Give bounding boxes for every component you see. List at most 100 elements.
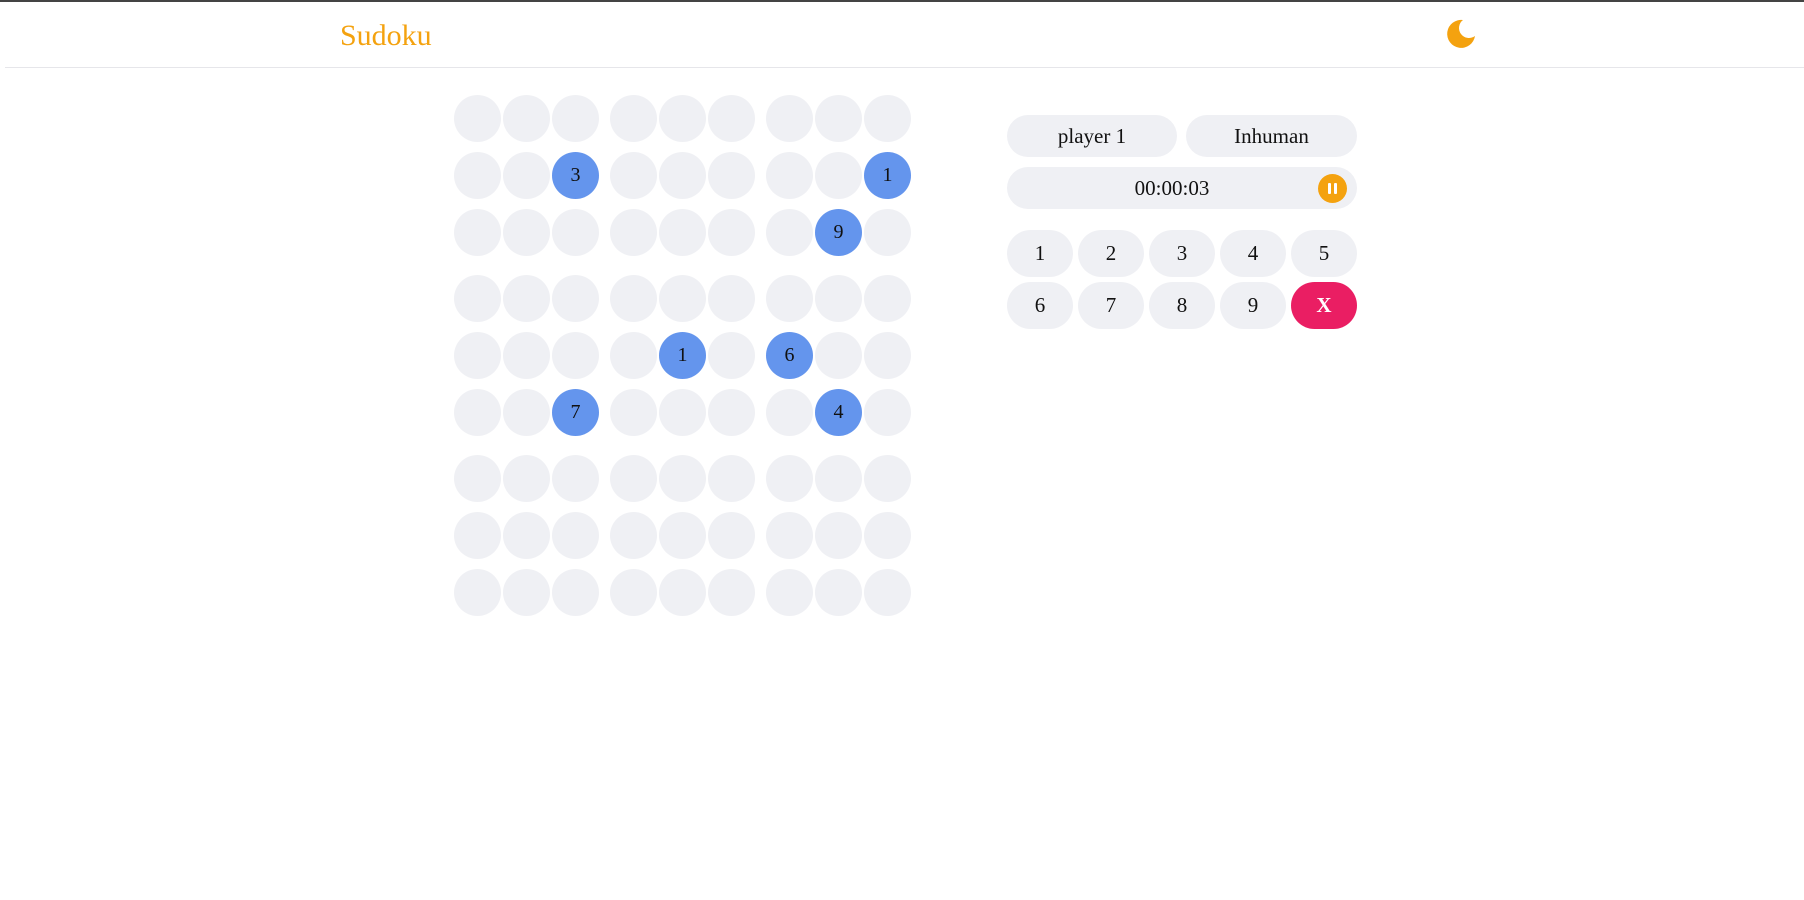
board-cell-r3-c7[interactable] (766, 209, 813, 256)
board-cell-r4-c1[interactable] (454, 275, 501, 322)
board-cell-r9-c9[interactable] (864, 569, 911, 616)
board-cell-r6-c6[interactable] (708, 389, 755, 436)
board-cell-r2-c6[interactable] (708, 152, 755, 199)
board-cell-r4-c6[interactable] (708, 275, 755, 322)
number-button-2[interactable]: 2 (1078, 230, 1144, 277)
number-button-7[interactable]: 7 (1078, 282, 1144, 329)
board-cell-r5-c5[interactable]: 1 (659, 332, 706, 379)
number-button-9[interactable]: 9 (1220, 282, 1286, 329)
board-cell-r3-c8[interactable]: 9 (815, 209, 862, 256)
timer-bar: 00:00:03 (1007, 167, 1357, 209)
board-cell-r4-c3[interactable] (552, 275, 599, 322)
board-cell-r1-c9[interactable] (864, 95, 911, 142)
theme-toggle-button[interactable] (1445, 18, 1477, 50)
board-cell-r1-c4[interactable] (610, 95, 657, 142)
difficulty-label: Inhuman (1186, 115, 1357, 157)
board-cell-r8-c5[interactable] (659, 512, 706, 559)
board-cell-r3-c1[interactable] (454, 209, 501, 256)
board-cell-r6-c9[interactable] (864, 389, 911, 436)
number-button-8[interactable]: 8 (1149, 282, 1215, 329)
board-cell-r9-c7[interactable] (766, 569, 813, 616)
board-cell-r7-c1[interactable] (454, 455, 501, 502)
board-cell-r2-c4[interactable] (610, 152, 657, 199)
timer-display: 00:00:03 (1134, 175, 1210, 200)
board-cell-r9-c4[interactable] (610, 569, 657, 616)
board-cell-r8-c3[interactable] (552, 512, 599, 559)
board-cell-r2-c3[interactable]: 3 (552, 152, 599, 199)
board-cell-r5-c7[interactable]: 6 (766, 332, 813, 379)
board-cell-r2-c7[interactable] (766, 152, 813, 199)
board-cell-r3-c6[interactable] (708, 209, 755, 256)
board-cell-r5-c8[interactable] (815, 332, 862, 379)
board-cell-r6-c1[interactable] (454, 389, 501, 436)
number-button-3[interactable]: 3 (1149, 230, 1215, 277)
board-cell-r2-c5[interactable] (659, 152, 706, 199)
board-cell-r6-c5[interactable] (659, 389, 706, 436)
board-cell-r2-c9[interactable]: 1 (864, 152, 911, 199)
board-cell-r9-c6[interactable] (708, 569, 755, 616)
app-logo[interactable]: Sudoku (340, 18, 432, 54)
number-button-1[interactable]: 1 (1007, 230, 1073, 277)
board-cell-r4-c8[interactable] (815, 275, 862, 322)
board-cell-r7-c5[interactable] (659, 455, 706, 502)
board-cell-r1-c6[interactable] (708, 95, 755, 142)
board-cell-r2-c2[interactable] (503, 152, 550, 199)
erase-button[interactable]: X (1291, 282, 1357, 329)
board-cell-r4-c9[interactable] (864, 275, 911, 322)
board-cell-r6-c8[interactable]: 4 (815, 389, 862, 436)
board-cell-r5-c2[interactable] (503, 332, 550, 379)
board-cell-r8-c7[interactable] (766, 512, 813, 559)
board-cell-r4-c5[interactable] (659, 275, 706, 322)
board-cell-r6-c3[interactable]: 7 (552, 389, 599, 436)
board-cell-r1-c8[interactable] (815, 95, 862, 142)
board-cell-r3-c3[interactable] (552, 209, 599, 256)
board-cell-r7-c3[interactable] (552, 455, 599, 502)
board-cell-r4-c4[interactable] (610, 275, 657, 322)
board-cell-r2-c1[interactable] (454, 152, 501, 199)
board-cell-r5-c3[interactable] (552, 332, 599, 379)
player-name: player 1 (1007, 115, 1177, 157)
board-cell-r9-c1[interactable] (454, 569, 501, 616)
board-cell-r4-c2[interactable] (503, 275, 550, 322)
board-cell-r6-c2[interactable] (503, 389, 550, 436)
board-cell-r5-c4[interactable] (610, 332, 657, 379)
board-cell-r7-c9[interactable] (864, 455, 911, 502)
sudoku-board: 3191674 (454, 95, 914, 616)
board-cell-r3-c5[interactable] (659, 209, 706, 256)
board-cell-r2-c8[interactable] (815, 152, 862, 199)
board-cell-r5-c6[interactable] (708, 332, 755, 379)
board-cell-r4-c7[interactable] (766, 275, 813, 322)
board-cell-r1-c3[interactable] (552, 95, 599, 142)
number-button-5[interactable]: 5 (1291, 230, 1357, 277)
board-cell-r3-c4[interactable] (610, 209, 657, 256)
board-cell-r8-c8[interactable] (815, 512, 862, 559)
board-cell-r6-c7[interactable] (766, 389, 813, 436)
board-cell-r7-c8[interactable] (815, 455, 862, 502)
number-button-6[interactable]: 6 (1007, 282, 1073, 329)
board-cell-r9-c3[interactable] (552, 569, 599, 616)
board-cell-r7-c4[interactable] (610, 455, 657, 502)
board-cell-r8-c6[interactable] (708, 512, 755, 559)
board-cell-r1-c7[interactable] (766, 95, 813, 142)
board-cell-r1-c5[interactable] (659, 95, 706, 142)
board-cell-r3-c9[interactable] (864, 209, 911, 256)
board-cell-r3-c2[interactable] (503, 209, 550, 256)
board-cell-r9-c2[interactable] (503, 569, 550, 616)
board-cell-r1-c1[interactable] (454, 95, 501, 142)
board-cell-r7-c2[interactable] (503, 455, 550, 502)
app-header: Sudoku (5, 2, 1804, 68)
board-cell-r8-c1[interactable] (454, 512, 501, 559)
number-button-4[interactable]: 4 (1220, 230, 1286, 277)
board-cell-r8-c4[interactable] (610, 512, 657, 559)
board-cell-r8-c2[interactable] (503, 512, 550, 559)
board-cell-r7-c6[interactable] (708, 455, 755, 502)
board-cell-r7-c7[interactable] (766, 455, 813, 502)
board-cell-r1-c2[interactable] (503, 95, 550, 142)
board-cell-r5-c9[interactable] (864, 332, 911, 379)
board-cell-r6-c4[interactable] (610, 389, 657, 436)
board-cell-r9-c5[interactable] (659, 569, 706, 616)
board-cell-r8-c9[interactable] (864, 512, 911, 559)
board-cell-r9-c8[interactable] (815, 569, 862, 616)
board-cell-r5-c1[interactable] (454, 332, 501, 379)
pause-button[interactable] (1318, 174, 1347, 203)
